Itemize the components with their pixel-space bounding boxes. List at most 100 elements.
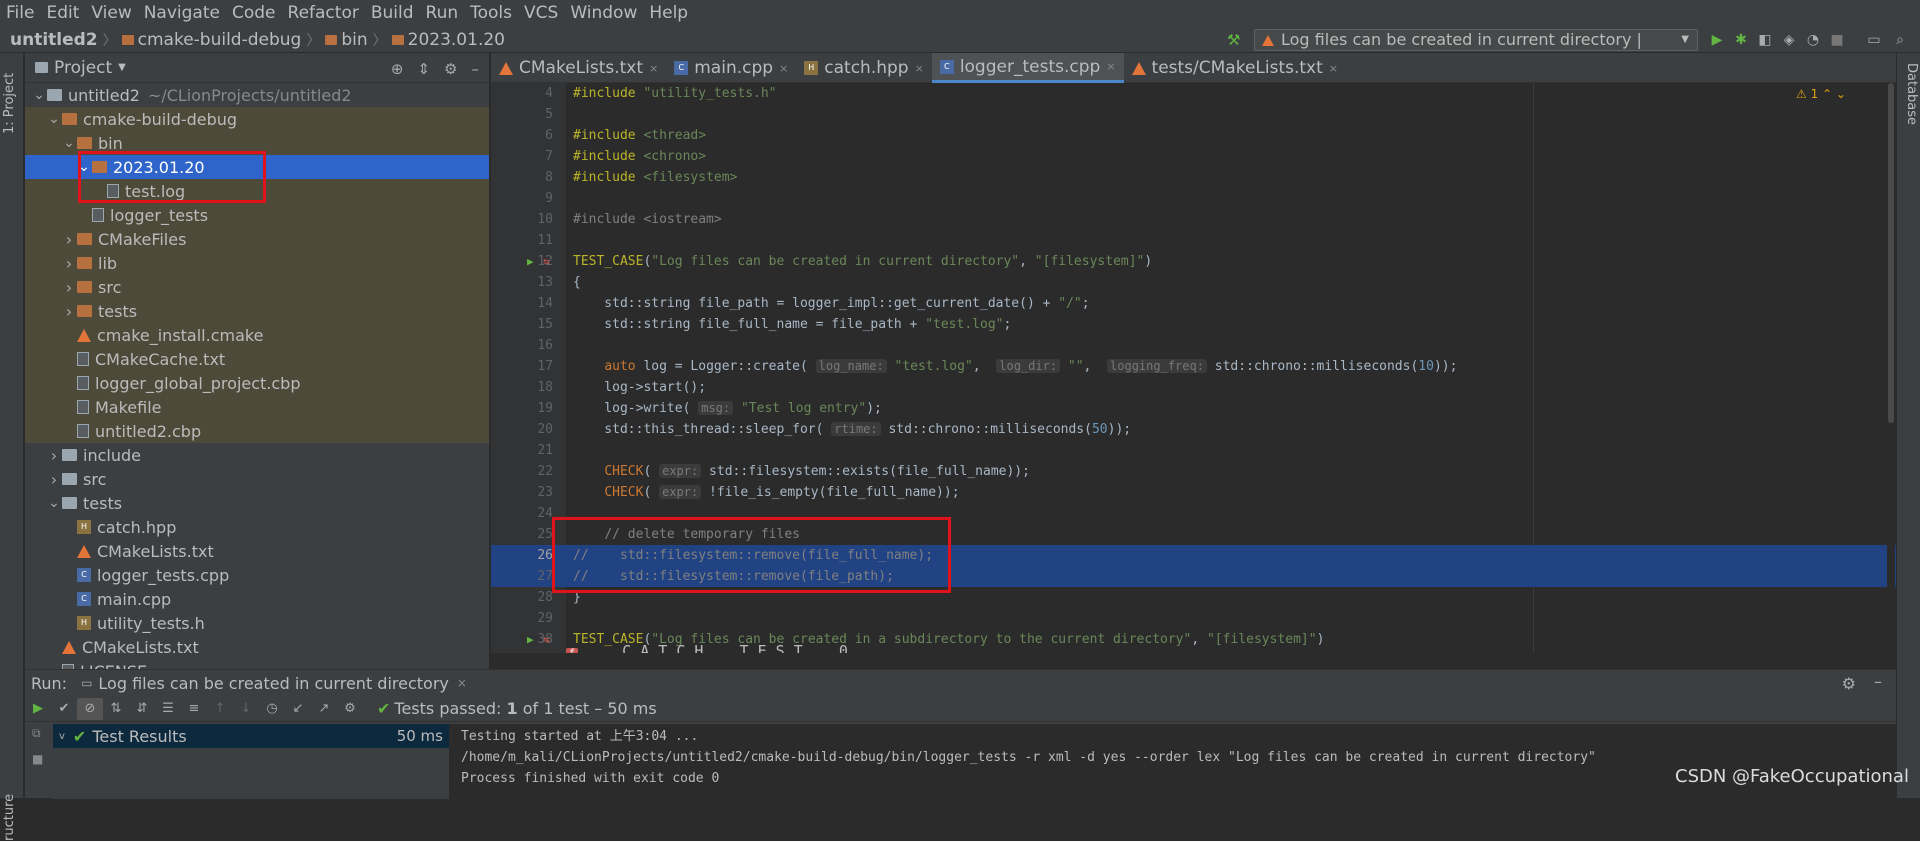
- code-line[interactable]: 25 // delete temporary files: [491, 524, 1896, 545]
- gear-icon[interactable]: ⚙: [337, 698, 363, 720]
- tree-item[interactable]: LICENSE: [25, 659, 489, 669]
- tree-item[interactable]: › src: [25, 467, 489, 491]
- code-line[interactable]: 17 auto log = Logger::create( log_name: …: [491, 356, 1896, 377]
- coverage-icon[interactable]: ◧: [1757, 32, 1773, 48]
- debug-icon[interactable]: ✱: [1733, 32, 1749, 48]
- test-results-row[interactable]: v ✔ Test Results 50 ms: [53, 724, 449, 748]
- code-line[interactable]: 24: [491, 503, 1896, 524]
- search-everywhere-icon[interactable]: ⌕: [1892, 32, 1908, 48]
- collapse-all-icon[interactable]: ⇕: [417, 60, 430, 78]
- chevron-down-icon[interactable]: v: [59, 731, 65, 742]
- tree-item[interactable]: ⌄ untitled2 ~/CLionProjects/untitled2: [25, 83, 489, 107]
- tree-item[interactable]: cmake_install.cmake: [25, 323, 489, 347]
- gear-icon[interactable]: ⚙: [1842, 674, 1856, 693]
- close-icon[interactable]: ×: [457, 676, 467, 690]
- editor-tab[interactable]: Hcatch.hpp ×: [796, 53, 932, 83]
- chevron-right-icon[interactable]: ›: [61, 278, 77, 297]
- structure-tool-tab[interactable]: ructure: [2, 761, 22, 841]
- sort-alpha-icon[interactable]: ⇅: [103, 698, 129, 720]
- database-tool-tab[interactable]: Database: [1899, 63, 1919, 163]
- code-line[interactable]: 5: [491, 104, 1896, 125]
- menu-navigate[interactable]: Navigate: [138, 0, 226, 27]
- tree-item[interactable]: CMakeLists.txt: [25, 539, 489, 563]
- tree-item[interactable]: › CMakeFiles: [25, 227, 489, 251]
- collapse-all-icon[interactable]: ≡: [181, 698, 207, 720]
- sort-duration-icon[interactable]: ⇵: [129, 698, 155, 720]
- chevron-down-icon[interactable]: ⌄: [61, 135, 77, 151]
- menu-run[interactable]: Run: [420, 0, 465, 27]
- code-line[interactable]: 16: [491, 335, 1896, 356]
- chevron-right-icon[interactable]: ›: [46, 446, 62, 465]
- export-icon[interactable]: ↗: [311, 698, 337, 720]
- tree-item[interactable]: Cmain.cpp: [25, 587, 489, 611]
- code-line[interactable]: 19 log->write( msg: "Test log entry");: [491, 398, 1896, 419]
- tree-item[interactable]: CMakeLists.txt: [25, 635, 489, 659]
- tree-item[interactable]: › include: [25, 443, 489, 467]
- code-line[interactable]: 10 #include <iostream>: [491, 209, 1896, 230]
- project-tool-tab[interactable]: 1: Project: [2, 63, 22, 143]
- tree-item[interactable]: untitled2.cbp: [25, 419, 489, 443]
- chevron-down-icon[interactable]: ⌄: [46, 495, 62, 511]
- code-line[interactable]: 13 {: [491, 272, 1896, 293]
- menu-view[interactable]: View: [85, 0, 137, 27]
- gear-icon[interactable]: ⚙: [444, 60, 457, 78]
- chevron-down-icon[interactable]: ▼: [118, 62, 126, 73]
- menu-vcs[interactable]: VCS: [518, 0, 564, 27]
- editor-tab[interactable]: tests/CMakeLists.txt ×: [1124, 53, 1346, 83]
- hide-icon[interactable]: –: [1874, 672, 1882, 691]
- editor-scrollbar[interactable]: [1887, 83, 1895, 653]
- code-line[interactable]: 21: [491, 440, 1896, 461]
- tree-item[interactable]: › tests: [25, 299, 489, 323]
- console-output[interactable]: Testing started at 上午3:04 ... /home/m_kal…: [449, 724, 1896, 799]
- code-line[interactable]: 22 CHECK( expr: std::filesystem::exists(…: [491, 461, 1896, 482]
- code-line[interactable]: 11: [491, 230, 1896, 251]
- chevron-right-icon[interactable]: ›: [61, 254, 77, 273]
- chevron-right-icon[interactable]: ›: [61, 230, 77, 249]
- code-line[interactable]: 8 #include <filesystem>: [491, 167, 1896, 188]
- expand-all-icon[interactable]: ☰: [155, 698, 181, 720]
- stop-icon[interactable]: ■: [1829, 32, 1845, 48]
- menu-window[interactable]: Window: [564, 0, 643, 27]
- profile-icon[interactable]: ◈: [1781, 32, 1797, 48]
- chevron-down-icon[interactable]: ⌄: [76, 159, 92, 175]
- run-icon[interactable]: ▶: [1709, 32, 1725, 48]
- code-line[interactable]: 15 std::string file_full_name = file_pat…: [491, 314, 1896, 335]
- close-icon[interactable]: ×: [779, 62, 788, 75]
- locate-icon[interactable]: ⊕: [391, 60, 404, 78]
- project-view-select[interactable]: Project: [54, 58, 112, 78]
- stop-icon[interactable]: ■: [32, 752, 43, 766]
- tree-item[interactable]: Makefile: [25, 395, 489, 419]
- tree-item[interactable]: ⌄ bin: [25, 131, 489, 155]
- editor-tab[interactable]: CMakeLists.txt ×: [491, 53, 666, 83]
- editor-tab[interactable]: Clogger_tests.cpp ×: [931, 53, 1124, 83]
- breadcrumb-item[interactable]: 2023.01.20: [408, 30, 505, 50]
- chevron-down-icon[interactable]: ⌄: [46, 111, 62, 127]
- run-test-icon[interactable]: ▶: [527, 629, 534, 650]
- menu-build[interactable]: Build: [365, 0, 420, 27]
- run-configuration-select[interactable]: Log files can be created in current dire…: [1254, 29, 1698, 69]
- close-icon[interactable]: ×: [1106, 60, 1115, 73]
- breadcrumb-item[interactable]: bin: [341, 30, 367, 50]
- tree-item[interactable]: ⌄ tests: [25, 491, 489, 515]
- tree-item[interactable]: logger_tests: [25, 203, 489, 227]
- menu-file[interactable]: File: [0, 0, 40, 27]
- layout-icon[interactable]: ⧉: [32, 726, 41, 741]
- tree-item[interactable]: ⌄ 2023.01.20: [25, 155, 489, 179]
- code-editor[interactable]: 4 #include "utility_tests.h" 5 6 #include <t…: [491, 83, 1896, 653]
- tree-item[interactable]: Hcatch.hpp: [25, 515, 489, 539]
- code-line[interactable]: 4 #include "utility_tests.h": [491, 83, 1896, 104]
- tree-item[interactable]: logger_global_project.cbp: [25, 371, 489, 395]
- code-line[interactable]: 18 log->start();: [491, 377, 1896, 398]
- history-icon[interactable]: ◷: [259, 698, 285, 720]
- tree-item[interactable]: › src: [25, 275, 489, 299]
- show-passed-icon[interactable]: ✔: [51, 698, 77, 720]
- chevron-right-icon[interactable]: ›: [46, 470, 62, 489]
- code-line[interactable]: 14 std::string file_path = logger_impl::…: [491, 293, 1896, 314]
- code-line[interactable]: 20 std::this_thread::sleep_for( rtime: s…: [491, 419, 1896, 440]
- code-line[interactable]: 29: [491, 608, 1896, 629]
- tree-item[interactable]: › lib: [25, 251, 489, 275]
- run-test-icon[interactable]: ▶: [527, 251, 534, 272]
- code-line[interactable]: 26 // std::filesystem::remove(file_full_n…: [491, 545, 1896, 566]
- menu-edit[interactable]: Edit: [40, 0, 85, 27]
- chevron-down-icon[interactable]: ⌄: [31, 87, 47, 103]
